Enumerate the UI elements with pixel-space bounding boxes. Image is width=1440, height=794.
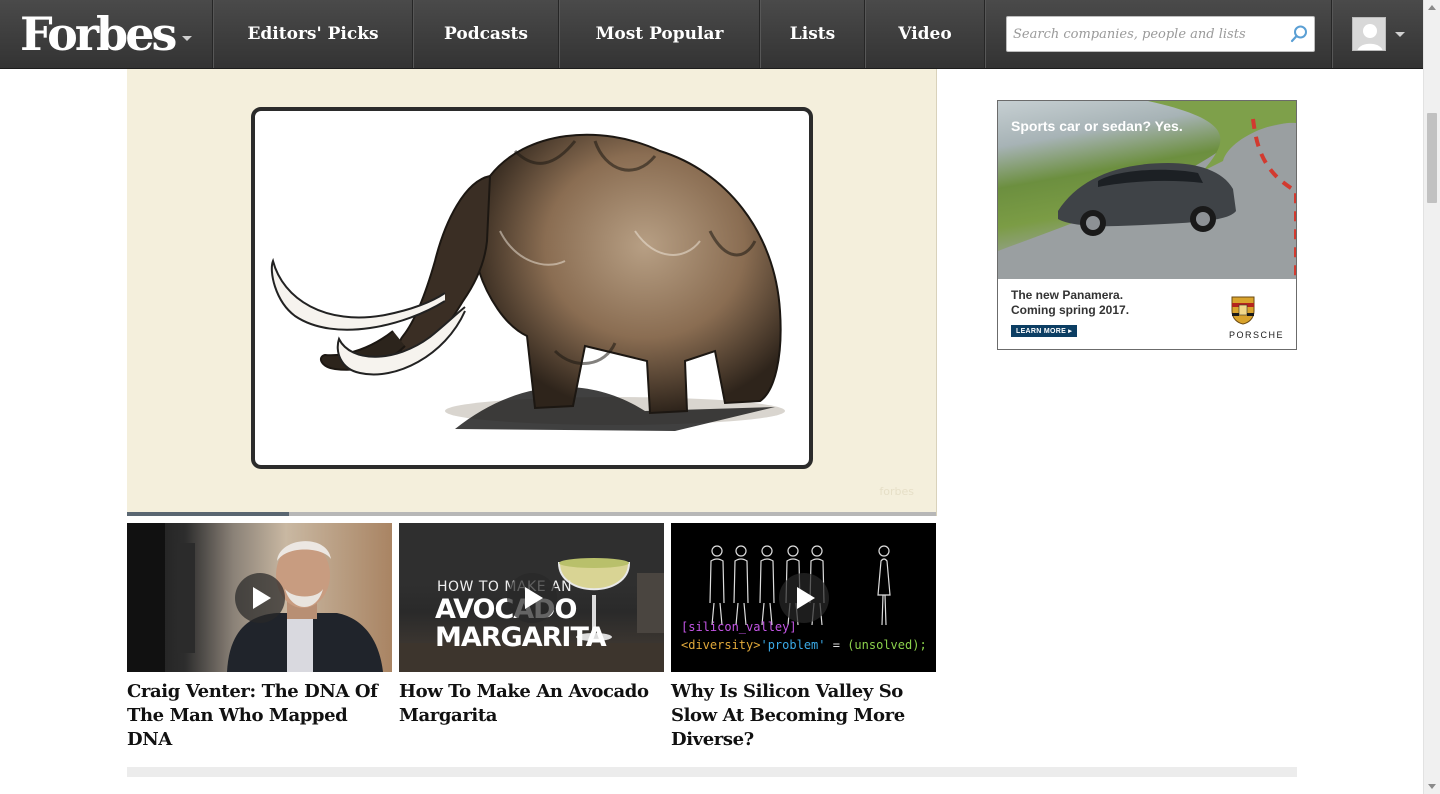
related-video-title[interactable]: How To Make An Avocado Margarita	[399, 680, 664, 728]
video-player[interactable]: forbes	[127, 69, 937, 516]
related-video-card[interactable]: HOW TO MAKE AN AVOCADO MARGARITA How To …	[399, 523, 664, 752]
account-menu[interactable]	[1332, 0, 1423, 68]
thumbnail-overlay-line3: MARGARITA	[435, 622, 607, 653]
code-operator: =	[825, 638, 848, 652]
forbes-logo-menu[interactable]: Forbes	[0, 0, 213, 68]
related-video-title[interactable]: Craig Venter: The DNA Of The Man Who Map…	[127, 680, 392, 752]
code-string: 'problem'	[760, 638, 826, 652]
scroll-up-arrow-icon[interactable]	[1428, 5, 1436, 10]
nav-editors-picks[interactable]: Editors' Picks	[213, 0, 413, 68]
nav-lists[interactable]: Lists	[760, 0, 865, 68]
ad-copy-line1: The new Panamera.	[1011, 288, 1124, 302]
porsche-crest-icon	[1231, 296, 1255, 325]
search-box	[1006, 16, 1315, 52]
ad-copy: The new Panamera. Coming spring 2017.	[1011, 288, 1129, 318]
video-progress-fill	[127, 512, 289, 516]
top-navigation-bar: Forbes Editors' Picks Podcasts Most Popu…	[0, 0, 1423, 69]
chevron-down-icon[interactable]	[182, 35, 193, 41]
play-button[interactable]	[778, 572, 829, 623]
video-thumbnail[interactable]	[127, 523, 392, 672]
woolly-mammoth-illustration	[270, 133, 785, 431]
ad-headline: Sports car or sedan? Yes.	[1011, 118, 1183, 134]
thumbnail-code-line1: [silicon_valley]	[681, 620, 797, 634]
code-value: (unsolved);	[847, 638, 927, 652]
code-tag: <diversity>	[681, 638, 761, 652]
play-icon	[525, 586, 543, 609]
forbes-logo[interactable]: Forbes	[20, 11, 177, 57]
chevron-down-icon[interactable]	[1395, 31, 1405, 37]
ad-brand-wordmark: PORSCHE	[1228, 330, 1284, 340]
video-watermark: forbes	[879, 485, 914, 498]
video-frame	[251, 107, 813, 469]
related-video-card[interactable]: [silicon_valley] <diversity>'problem' = …	[671, 523, 936, 752]
search-area	[985, 0, 1332, 68]
video-thumbnail[interactable]: HOW TO MAKE AN AVOCADO MARGARITA	[399, 523, 664, 672]
related-video-title[interactable]: Why Is Silicon Valley So Slow At Becomin…	[671, 680, 936, 752]
scrollbar-thumb[interactable]	[1427, 113, 1437, 203]
search-input[interactable]	[1007, 17, 1284, 51]
play-icon	[797, 586, 815, 609]
play-button[interactable]	[234, 572, 285, 623]
video-thumbnail[interactable]: [silicon_valley] <diversity>'problem' = …	[671, 523, 936, 672]
related-videos: Craig Venter: The DNA Of The Man Who Map…	[127, 523, 936, 752]
ad-learn-more-button[interactable]: LEARN MORE ▸	[1011, 325, 1078, 337]
nav-most-popular[interactable]: Most Popular	[559, 0, 760, 68]
scroll-down-arrow-icon[interactable]	[1428, 784, 1436, 789]
nav-video[interactable]: Video	[865, 0, 985, 68]
ad-photo: Sports car or sedan? Yes.	[998, 101, 1296, 279]
nav-podcasts[interactable]: Podcasts	[413, 0, 559, 68]
play-button[interactable]	[506, 572, 557, 623]
section-divider	[127, 767, 1297, 777]
ad-copy-line2: Coming spring 2017.	[1011, 303, 1130, 317]
related-video-card[interactable]: Craig Venter: The DNA Of The Man Who Map…	[127, 523, 392, 752]
page-scrollbar[interactable]	[1423, 0, 1440, 794]
play-icon	[253, 586, 271, 609]
user-avatar-icon[interactable]	[1352, 17, 1386, 51]
thumbnail-code-line2: <diversity>'problem' = (unsolved);	[681, 638, 927, 652]
video-progress-bar[interactable]	[127, 512, 936, 516]
porsche-ad[interactable]: Sports car or sedan? Yes. The new Paname…	[997, 100, 1297, 350]
search-icon[interactable]	[1284, 19, 1314, 49]
